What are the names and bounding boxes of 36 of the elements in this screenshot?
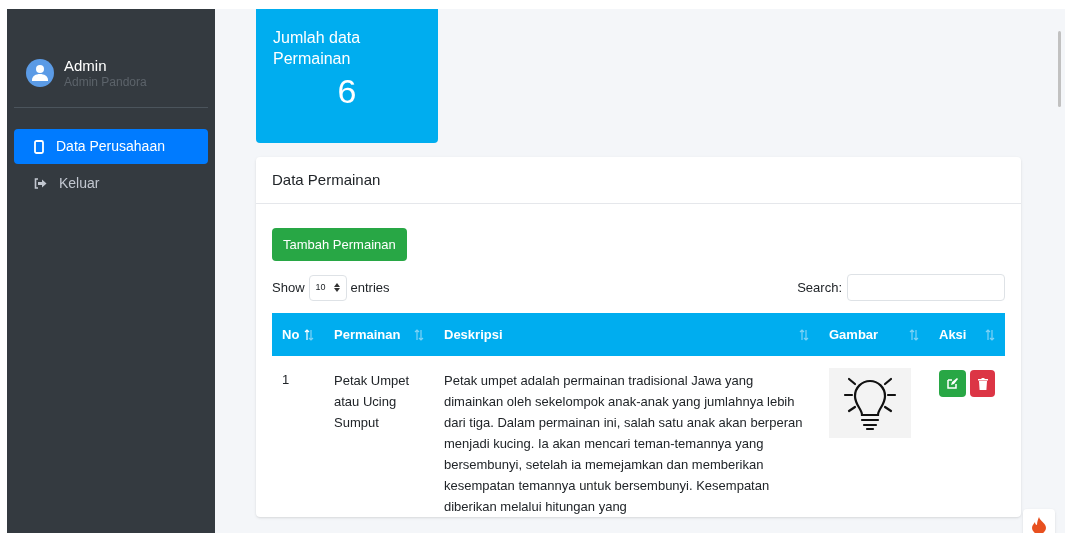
table-cell: Petak Umpet atau Ucing Sumput bbox=[324, 356, 434, 517]
flame-icon bbox=[1032, 516, 1046, 533]
add-button[interactable]: Tambah Permainan bbox=[272, 228, 407, 261]
sidebar-item[interactable]: Data Perusahaan bbox=[14, 129, 208, 164]
sort-icon bbox=[414, 328, 424, 341]
search-field[interactable] bbox=[847, 274, 1005, 301]
table-cell: Petak umpet adalah permainan tradisional Jawa yang dimainkan oleh sekelompok anak-anak yang jumlahnya lebih dari tiga. Dalam permainan ini, salah satu anak akan berperan menjadi kucing. Ia akan mencari teman-temannya yang bersembunyi, setelah ia memejamkan dan memberikan kesempatan temannya untuk bersembunyi. Kesempatan diberikan melalui hitungan yang bbox=[434, 356, 819, 517]
sidebar-item[interactable]: Keluar bbox=[14, 166, 208, 201]
column-header[interactable]: No bbox=[272, 313, 324, 356]
stat-value: 6 bbox=[336, 71, 358, 111]
sort-icon bbox=[304, 328, 314, 341]
column-header[interactable]: Aksi bbox=[929, 313, 1005, 356]
search-label: Search: bbox=[797, 278, 842, 297]
column-header[interactable]: Gambar bbox=[819, 313, 929, 356]
entries-label: entries bbox=[350, 278, 390, 297]
lightbulb-icon bbox=[829, 368, 911, 438]
show-label: Show bbox=[272, 278, 305, 297]
column-header[interactable]: Deskripsi bbox=[434, 313, 819, 356]
stat-label: Jumlah data Permainan bbox=[273, 28, 362, 69]
table-cell: 1 bbox=[272, 356, 324, 517]
sort-icon bbox=[909, 328, 919, 341]
floating-button[interactable] bbox=[1023, 509, 1055, 533]
edit-button[interactable] bbox=[939, 370, 966, 397]
delete-button[interactable] bbox=[970, 370, 995, 397]
user-name: Admin bbox=[64, 57, 108, 75]
column-header[interactable]: Permainan bbox=[324, 313, 434, 356]
trash-icon bbox=[977, 377, 988, 390]
sort-icon bbox=[985, 328, 995, 341]
sort-icon bbox=[799, 328, 809, 341]
entries-select[interactable]: 10 bbox=[308, 274, 347, 301]
updown-icon bbox=[333, 283, 340, 292]
phone-icon bbox=[34, 139, 44, 154]
card-title: Data Permainan bbox=[272, 171, 381, 188]
logout-icon bbox=[34, 178, 47, 189]
avatar-icon bbox=[26, 59, 54, 87]
edit-icon bbox=[947, 378, 958, 389]
